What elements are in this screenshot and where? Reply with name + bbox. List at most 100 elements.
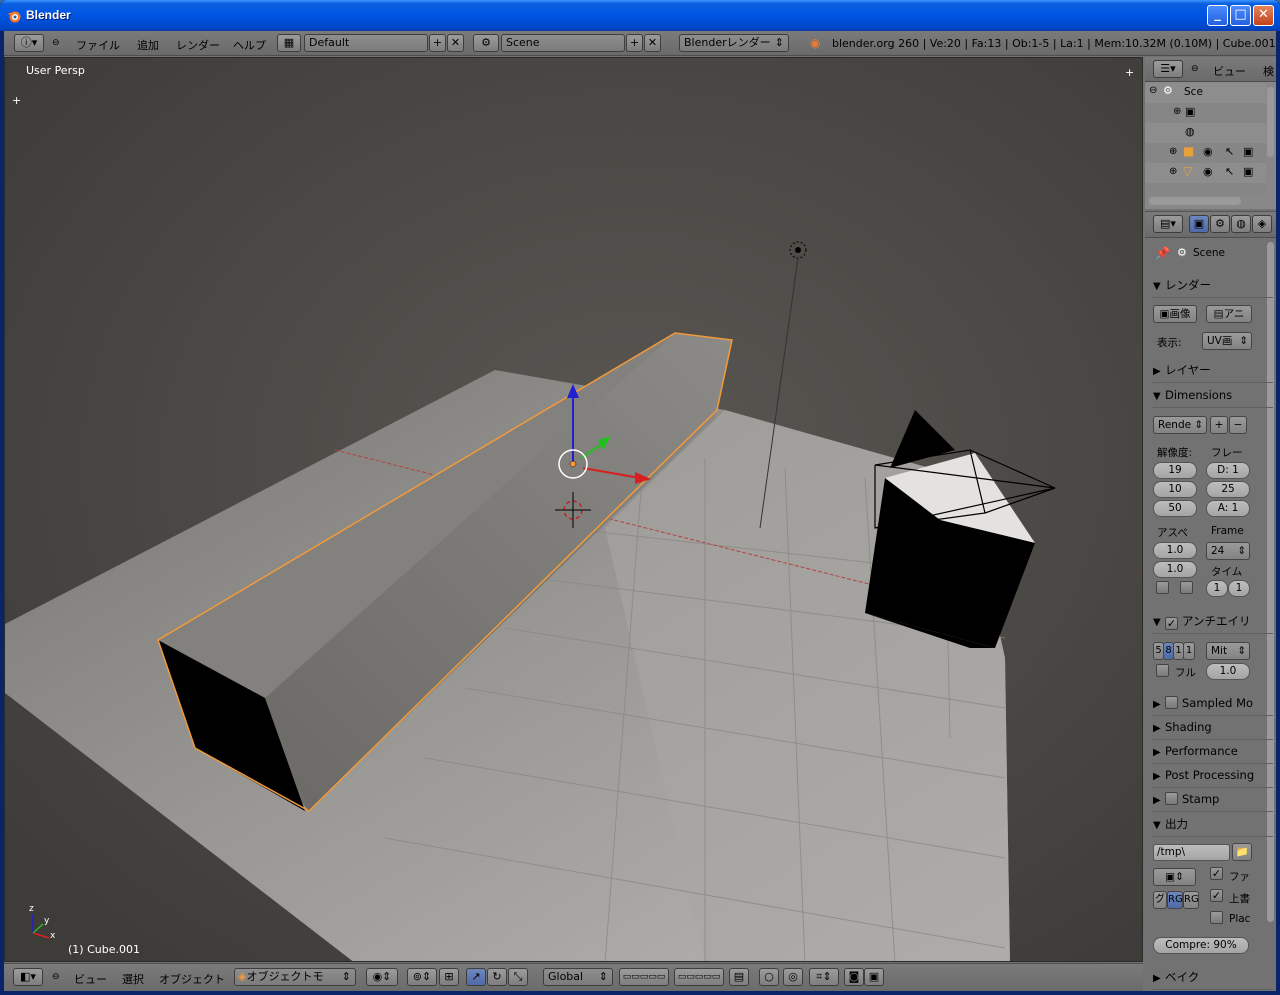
color-mode-rgb[interactable]: RG [1167,891,1183,909]
minimize-button[interactable]: _ [1207,5,1228,26]
world-tab-icon[interactable]: ◍ [1231,215,1251,233]
time-new-field[interactable]: 1 [1228,580,1250,597]
collapse-menu-icon[interactable]: ⊖ [52,972,60,982]
editor-type-outliner-icon[interactable]: ☰▾ [1153,60,1183,78]
viewport-shading-icon[interactable]: ◉⇕ [366,968,398,986]
aspect-y-field[interactable]: 1.0 [1153,561,1197,578]
collapse-menu-icon[interactable]: ⊖ [52,38,60,48]
pivot-point-icon[interactable]: ⊚⇕ [407,968,437,986]
motion-blur-checkbox[interactable] [1165,696,1178,709]
render-animation-button[interactable]: ▤アニ [1206,305,1252,323]
screen-layout-icon[interactable]: ▦ [277,34,301,52]
renderable-camera-icon[interactable]: ▣ [1243,145,1253,158]
screen-layout-field[interactable]: Default [304,34,428,52]
shading-panel-header[interactable]: ▶ Shading [1153,718,1273,740]
file-extensions-checkbox[interactable]: ✓ [1210,867,1223,880]
menu-render[interactable]: レンダー [176,37,220,53]
scale-manipulator-icon[interactable]: ⤡ [508,968,528,986]
border-checkbox[interactable] [1156,581,1169,594]
aa-filter-select[interactable]: Mit ⇕ [1206,642,1250,660]
scene-layers-2-icon[interactable]: ▭▭▭▭▭ [674,968,724,986]
tool-shelf-toggle-icon[interactable]: + [12,94,21,107]
outliner-scrollbar[interactable] [1267,87,1274,157]
expand-renderlayers-icon[interactable]: ⊕ [1173,106,1181,117]
output-panel-header[interactable]: ▼ 出力 [1153,815,1273,837]
color-mode-bw[interactable]: グ [1153,891,1167,909]
visibility-eye-icon[interactable]: ◉ [1203,145,1213,158]
title-bar[interactable]: Blender _ □ ✕ [0,0,1280,31]
object-tab-icon[interactable]: ◈ [1252,215,1272,233]
render-preset-select[interactable]: Rende ⇕ [1153,416,1207,434]
render-anim-opengl-icon[interactable]: ▣ [864,968,884,986]
render-engine-select[interactable]: Blenderレンダー ⇕ [679,34,789,52]
expand-scene-icon[interactable]: ⊖ [1149,85,1157,96]
render-image-button[interactable]: ▣画像 [1153,305,1197,323]
snap-element-icon[interactable]: ⌗⇕ [809,968,839,986]
layers-panel-header[interactable]: ▶ レイヤー [1153,361,1273,383]
editor-type-3dview-icon[interactable]: ◧▾ [13,968,43,986]
aa-filter-size-field[interactable]: 1.0 [1206,663,1250,680]
add-preset-icon[interactable]: + [1210,416,1228,434]
menu-add[interactable]: 追加 [137,37,159,53]
scene-icon[interactable]: ⚙ [473,34,499,52]
mode-select[interactable]: ◈オブジェクトモ ⇕ [234,968,356,986]
orientation-select[interactable]: Global ⇕ [543,968,613,986]
frame-end-field[interactable]: 25 [1206,481,1250,498]
remove-layout-icon[interactable]: ✕ [447,34,464,52]
color-mode-rgba[interactable]: RG [1183,891,1199,909]
expand-camera-icon[interactable]: ⊕ [1169,146,1177,157]
display-select[interactable]: UV画 ⇕ [1202,332,1252,350]
output-path-field[interactable]: /tmp\ [1153,844,1230,861]
compression-slider[interactable]: Compre: 90% [1153,937,1249,954]
sampled-motion-panel-header[interactable]: ▶ Sampled Mo [1153,694,1273,716]
render-tab-icon[interactable]: ▣ [1189,215,1209,233]
scene-tab-icon[interactable]: ⚙ [1210,215,1230,233]
remove-scene-icon[interactable]: ✕ [644,34,661,52]
proportional-edit-icon[interactable]: ○ [759,968,779,986]
editor-type-info-icon[interactable]: ⓘ▾ [14,34,44,52]
manipulator-toggle-icon[interactable]: ⊞ [439,968,459,986]
selectable-cursor-icon[interactable]: ↖ [1225,165,1234,178]
menu-file[interactable]: ファイル [76,37,120,53]
outliner-search-menu[interactable]: 検 [1263,63,1274,79]
stamp-checkbox[interactable] [1165,792,1178,805]
antialiasing-panel-header[interactable]: ▼ ✓ アンチエイリ [1153,612,1273,634]
fps-select[interactable]: 24 ⇕ [1206,542,1250,560]
outliner-scene-label[interactable]: Sce [1184,86,1203,98]
file-format-select[interactable]: ▣⇕ [1153,868,1196,886]
maximize-button[interactable]: □ [1230,5,1251,26]
add-layout-icon[interactable]: + [429,34,446,52]
frame-step-field[interactable]: A: 1 [1206,500,1250,517]
close-button[interactable]: ✕ [1253,5,1274,26]
split-corner-icon[interactable]: + [1125,66,1134,79]
overwrite-checkbox[interactable]: ✓ [1210,889,1223,902]
visibility-eye-icon[interactable]: ◉ [1203,165,1213,178]
remove-preset-icon[interactable]: − [1229,416,1247,434]
menu-help[interactable]: ヘルプ [233,37,266,53]
time-old-field[interactable]: 1 [1206,580,1228,597]
outliner-view-menu[interactable]: ビュー [1213,63,1246,79]
expand-cone-icon[interactable]: ⊕ [1169,166,1177,177]
snap-toggle-icon[interactable]: ◎ [783,968,803,986]
rotate-manipulator-icon[interactable]: ↻ [487,968,507,986]
outliner[interactable]: ☰▾ ⊖ ビュー 検 ⊖ ⚙ Sce ⊕ ▣ ◍ ⊕ ■ ◉ ↖ ▣ ⊕ ▽ ◉… [1145,57,1276,209]
crop-checkbox[interactable] [1180,581,1193,594]
3d-scene-canvas[interactable]: + + [5,58,1143,962]
dimensions-panel-header[interactable]: ▼ Dimensions [1153,386,1273,408]
full-sample-checkbox[interactable] [1156,664,1169,677]
aa-samples-16[interactable]: 1 [1183,642,1195,660]
render-opengl-icon[interactable]: ◙ [844,968,864,986]
menu-select[interactable]: 選択 [122,971,144,987]
scene-field[interactable]: Scene [501,34,625,52]
translate-manipulator-icon[interactable]: ↗ [466,968,486,986]
bake-panel-header[interactable]: ▶ ベイク [1153,968,1273,990]
collapse-menu-icon[interactable]: ⊖ [1191,64,1199,74]
renderable-camera-icon[interactable]: ▣ [1243,165,1253,178]
antialiasing-checkbox[interactable]: ✓ [1165,617,1178,630]
stamp-panel-header[interactable]: ▶ Stamp [1153,790,1273,812]
file-browse-icon[interactable]: 📁 [1232,843,1252,861]
performance-panel-header[interactable]: ▶ Performance [1153,742,1273,764]
post-processing-panel-header[interactable]: ▶ Post Processing [1153,766,1273,788]
aspect-x-field[interactable]: 1.0 [1153,542,1197,559]
render-panel-header[interactable]: ▼ レンダー [1153,276,1273,298]
